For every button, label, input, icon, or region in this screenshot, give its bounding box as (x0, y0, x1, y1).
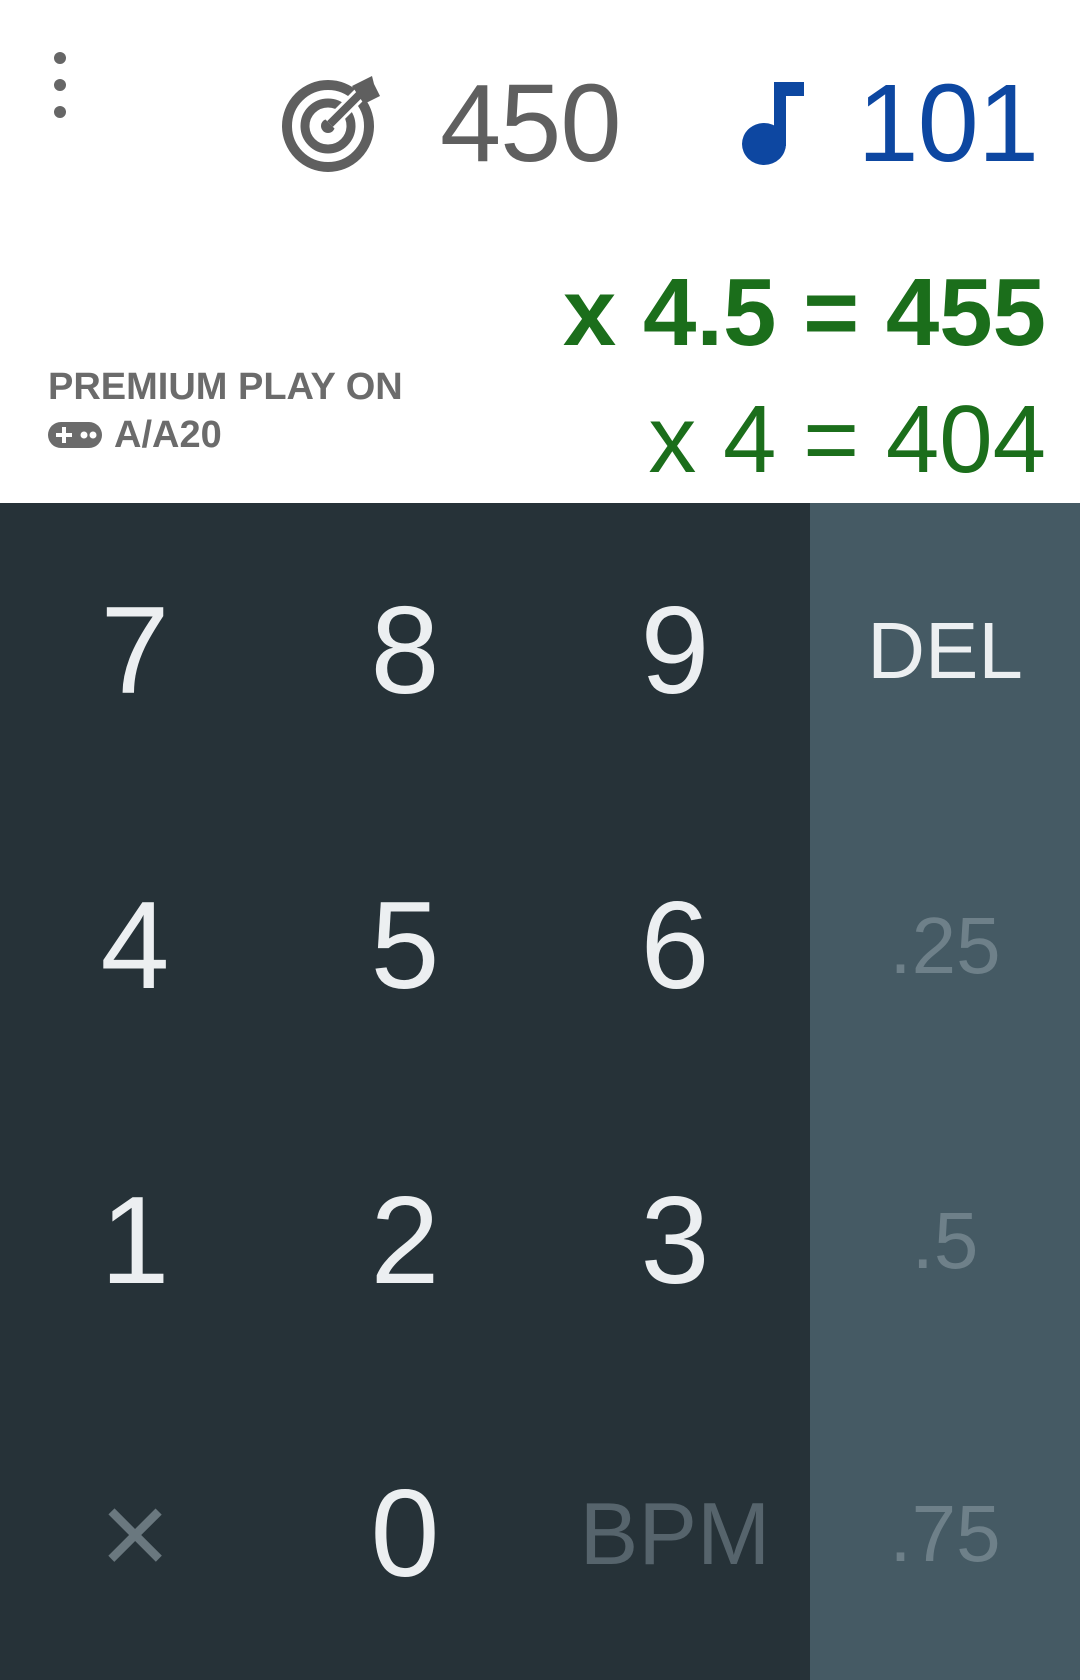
bpm-key[interactable]: BPM (540, 1388, 810, 1680)
app-root: 450 101 x 4.5 = 455 x 4 = 404 PREMIUM PL… (0, 0, 1080, 1680)
bpm-value[interactable]: 101 (857, 64, 1039, 184)
key-8[interactable]: 8 (270, 503, 540, 798)
key-0[interactable]: 0 (270, 1388, 540, 1680)
calc-primary-result: x 4.5 = 455 (562, 259, 1046, 366)
number-keypad: 7 8 9 4 5 6 1 2 3 × 0 BPM (0, 503, 810, 1680)
key-3[interactable]: 3 (540, 1093, 810, 1388)
header: 450 101 x 4.5 = 455 x 4 = 404 PREMIUM PL… (0, 0, 1080, 503)
quarter-key[interactable]: .25 (810, 798, 1080, 1093)
premium-play-label: PREMIUM PLAY ON (48, 366, 403, 408)
side-keypad: DEL .25 .5 .75 (810, 503, 1080, 1680)
key-5[interactable]: 5 (270, 798, 540, 1093)
target-icon (282, 76, 380, 172)
target-value[interactable]: 450 (440, 64, 622, 184)
key-9[interactable]: 9 (540, 503, 810, 798)
calc-secondary-result: x 4 = 404 (648, 386, 1046, 493)
menu-dot (54, 52, 66, 64)
device-label: A/A20 (114, 414, 222, 456)
device-row[interactable]: A/A20 (48, 412, 222, 458)
gamepad-icon (48, 422, 102, 448)
menu-dot (54, 106, 66, 118)
clear-key[interactable]: × (0, 1388, 270, 1680)
half-key[interactable]: .5 (810, 1093, 1080, 1388)
delete-key[interactable]: DEL (810, 503, 1080, 798)
menu-dot (54, 79, 66, 91)
key-2[interactable]: 2 (270, 1093, 540, 1388)
music-note-icon (742, 82, 804, 165)
three-quarter-key[interactable]: .75 (810, 1388, 1080, 1680)
key-4[interactable]: 4 (0, 798, 270, 1093)
key-1[interactable]: 1 (0, 1093, 270, 1388)
key-7[interactable]: 7 (0, 503, 270, 798)
more-options-button[interactable] (40, 52, 80, 118)
key-6[interactable]: 6 (540, 798, 810, 1093)
